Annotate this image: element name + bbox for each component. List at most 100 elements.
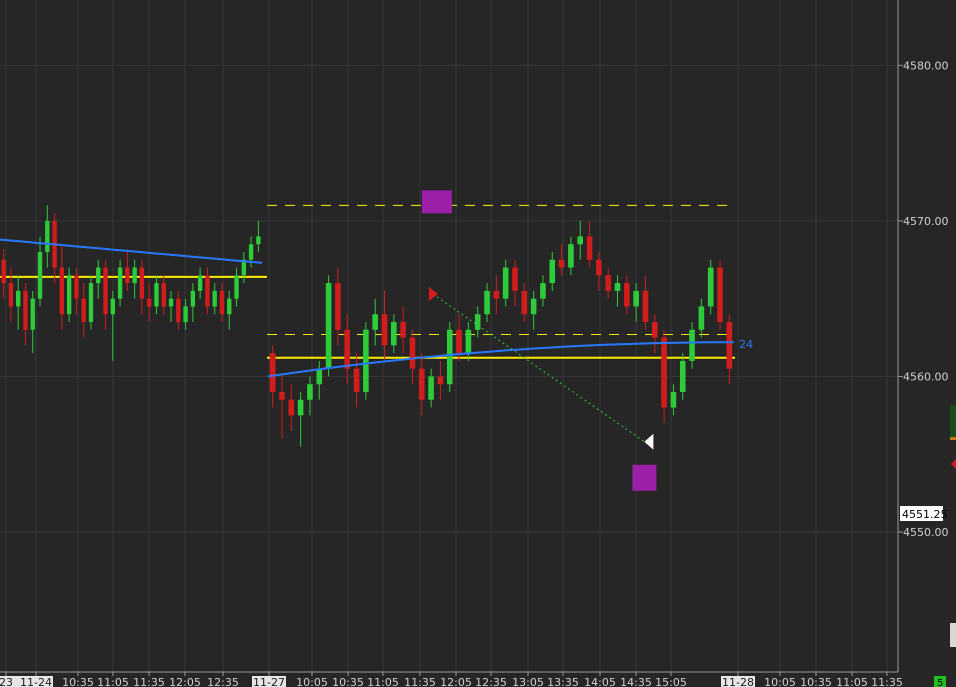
candle-body [605, 275, 611, 291]
side-scrollbar-block[interactable] [950, 623, 956, 647]
series-tag: 24 [739, 338, 753, 351]
candle-body [558, 259, 565, 268]
candle-body [154, 283, 159, 307]
price-label: 4570.00 [903, 215, 949, 228]
candle-body [139, 267, 145, 299]
candle-body [372, 314, 378, 330]
candle-body [670, 392, 677, 408]
date-label: 11-28 [722, 676, 754, 687]
last-price-label: 4551.25 [902, 508, 948, 521]
candle-body [197, 275, 203, 291]
candle-body [110, 298, 115, 315]
candle-body [400, 322, 406, 338]
candle-body [661, 337, 667, 408]
candle-body [168, 298, 174, 307]
corner-badge-label: 5 [937, 678, 943, 687]
candle-body [307, 384, 313, 400]
candle-body [586, 236, 593, 260]
price-label: 4560.00 [903, 370, 949, 383]
time-label: 12:35 [475, 676, 507, 687]
candle-body [37, 252, 43, 299]
candle-body [176, 298, 181, 322]
candle-body [409, 337, 416, 369]
candle-body [117, 267, 123, 299]
time-axis-labels: 23 11-24 10:35 11:05 11:35 12:05 12:35 11-27 10:… [0, 672, 903, 687]
candle-body [465, 329, 472, 354]
candle-body [577, 236, 584, 245]
time-label: 11:05 [367, 676, 399, 687]
candle-body [493, 290, 500, 299]
candle-body [227, 298, 232, 315]
candle-body [428, 376, 434, 400]
candle-body [81, 298, 86, 322]
candle-body [190, 290, 196, 307]
time-label: 14:05 [584, 676, 616, 687]
candle-body [279, 392, 285, 400]
date-label: 11-24 [20, 676, 52, 687]
candle-body [726, 322, 733, 369]
candle-body [161, 283, 166, 307]
time-label: 10:05 [764, 676, 796, 687]
candle-body [540, 283, 546, 299]
candle-body [125, 267, 130, 284]
candle-body [45, 220, 50, 252]
candle-body [132, 267, 137, 284]
price-label: 4580.00 [903, 59, 949, 72]
candle-body [391, 322, 397, 346]
candle-body [344, 329, 351, 369]
candle-body [96, 267, 101, 284]
price-label: 4550.00 [903, 526, 949, 539]
candle-body [456, 329, 462, 354]
date-label: 11-27 [253, 676, 285, 687]
candle-body [66, 275, 72, 315]
time-label: 12:35 [207, 676, 239, 687]
candle-body [74, 275, 79, 299]
candle-body [363, 329, 369, 392]
candle-body [1, 259, 6, 284]
time-label: 13:35 [547, 676, 579, 687]
time-label: 11:35 [404, 676, 436, 687]
exit-marker-box [632, 464, 657, 491]
price-axis-panel[interactable] [898, 0, 956, 672]
side-indicator-orange [950, 437, 956, 440]
candle-body [568, 244, 574, 268]
candle-body [288, 399, 295, 416]
candle-body [103, 267, 108, 315]
candle-body [234, 275, 239, 299]
candle-body [316, 368, 323, 385]
candle-body [446, 329, 453, 385]
candle-body [614, 283, 621, 291]
candle-body [147, 298, 152, 307]
candle-body [30, 298, 35, 330]
candle-body [549, 259, 556, 284]
candle-body [474, 314, 481, 330]
candle-body [521, 290, 528, 315]
time-label: 13:05 [512, 676, 544, 687]
candle-body [689, 329, 695, 361]
candle-body [418, 368, 425, 400]
date-label: 23 [0, 676, 13, 687]
candle-body [205, 275, 210, 307]
time-label: 11:05 [836, 676, 868, 687]
candle-body [642, 290, 649, 322]
candle-body [23, 290, 28, 330]
time-label: 10:35 [800, 676, 832, 687]
candle-body [335, 283, 341, 330]
candle-body [16, 290, 21, 307]
candle-body [484, 290, 490, 315]
time-label: 11:35 [871, 676, 903, 687]
candle-body [530, 298, 537, 315]
time-label: 12:05 [169, 676, 201, 687]
candle-body [353, 368, 360, 392]
candle-body [596, 259, 602, 276]
candle-body [219, 290, 225, 315]
candle-body [269, 353, 276, 392]
time-label: 10:05 [296, 676, 328, 687]
time-label: 11:05 [97, 676, 129, 687]
chart[interactable]: 4580.004570.004560.004550.00 24 4551.25 … [0, 0, 956, 687]
candle-body [707, 267, 714, 307]
candle-body [248, 244, 254, 260]
time-label: 10:35 [62, 676, 94, 687]
candle-body [59, 267, 65, 315]
candle-body [325, 283, 332, 369]
